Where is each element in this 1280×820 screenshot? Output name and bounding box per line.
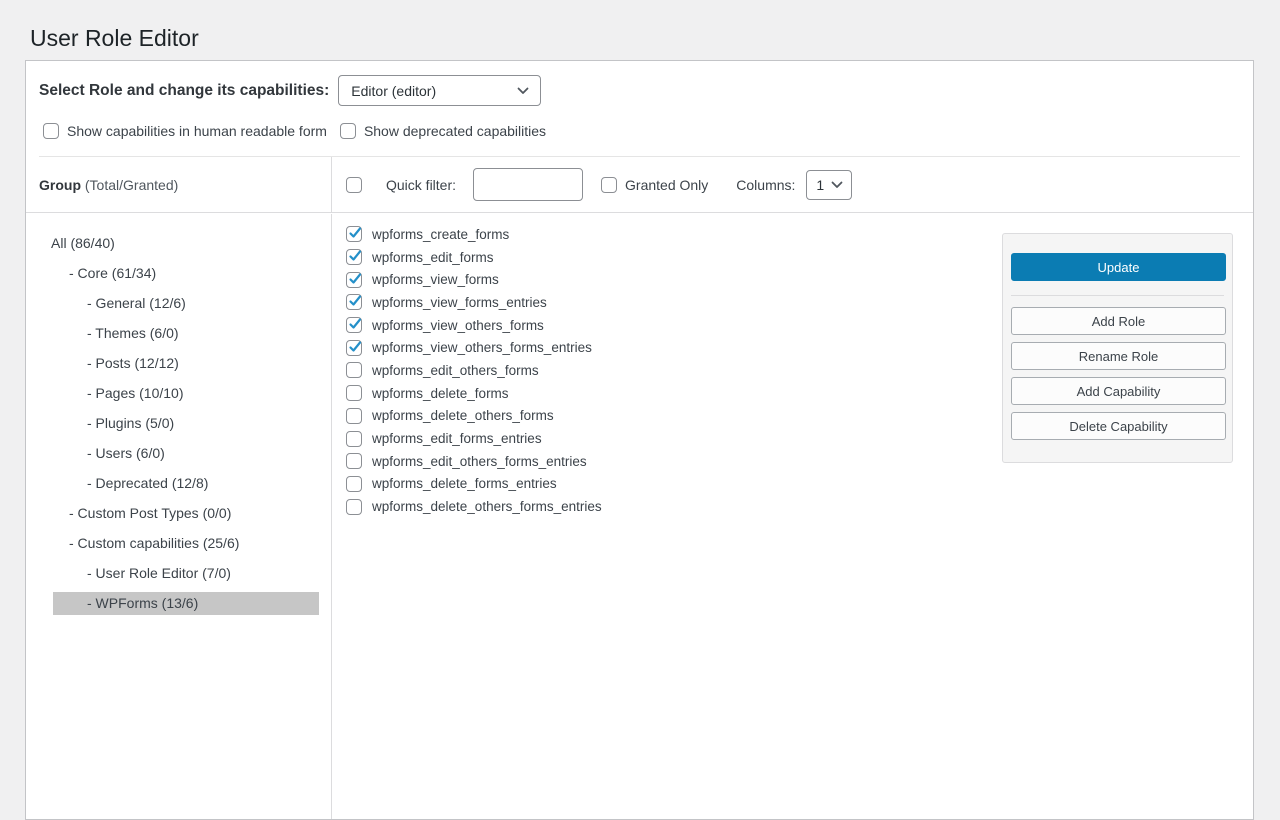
group-tree-item[interactable]: - General (12/6): [26, 288, 331, 318]
capability-label: wpforms_view_others_forms: [372, 318, 544, 333]
group-tree-item-label: - Posts (12/12): [26, 355, 179, 371]
capability-checkbox[interactable]: [346, 362, 362, 378]
capability-checkbox[interactable]: [346, 476, 362, 492]
capability-label: wpforms_edit_others_forms: [372, 363, 539, 378]
group-tree-item-label: - User Role Editor (7/0): [26, 565, 231, 581]
chevron-down-icon: [517, 87, 529, 95]
capability-label: wpforms_edit_forms_entries: [372, 431, 542, 446]
group-tree-item[interactable]: - Plugins (5/0): [26, 408, 331, 438]
capability-label: wpforms_delete_forms: [372, 386, 509, 401]
capability-label: wpforms_view_forms: [372, 272, 499, 287]
capability-checkbox[interactable]: [346, 431, 362, 447]
quick-filter-label: Quick filter:: [386, 177, 456, 193]
group-header: Group (Total/Granted): [26, 157, 332, 212]
capability-checkbox[interactable]: [346, 294, 362, 310]
update-button[interactable]: Update: [1011, 253, 1226, 281]
group-tree-item[interactable]: - Core (61/34): [26, 258, 331, 288]
columns-select[interactable]: 1: [806, 170, 852, 200]
page-title: User Role Editor: [30, 25, 199, 52]
group-tree-item[interactable]: - Posts (12/12): [26, 348, 331, 378]
group-tree-item[interactable]: - Custom capabilities (25/6): [26, 528, 331, 558]
group-tree-item[interactable]: - User Role Editor (7/0): [26, 558, 331, 588]
granted-only-checkbox[interactable]: [601, 177, 617, 193]
group-tree-item-label: - Deprecated (12/8): [26, 475, 208, 491]
group-tree-item-label: - Themes (6/0): [26, 325, 179, 341]
granted-only-label: Granted Only: [625, 177, 708, 193]
capability-checkbox[interactable]: [346, 249, 362, 265]
add-role-button[interactable]: Add Role: [1011, 307, 1226, 335]
capability-checkbox[interactable]: [346, 408, 362, 424]
display-options-row: Show capabilities in human readable form…: [43, 123, 546, 139]
select-role-label: Select Role and change its capabilities:: [39, 82, 329, 100]
group-tree-item-label: - Custom capabilities (25/6): [26, 535, 239, 551]
capability-label: wpforms_delete_forms_entries: [372, 476, 557, 491]
group-tree-item-label: - Custom Post Types (0/0): [26, 505, 231, 521]
group-tree: All (86/40) - Core (61/34) - General (12…: [26, 214, 332, 819]
group-tree-item-label: - Users (6/0): [26, 445, 165, 461]
columns-select-value: 1: [816, 177, 824, 193]
capability-label: wpforms_delete_others_forms_entries: [372, 499, 602, 514]
show-human-readable-checkbox[interactable]: [43, 123, 59, 139]
capability-checkbox[interactable]: [346, 272, 362, 288]
capability-checkbox[interactable]: [346, 499, 362, 515]
capability-label: wpforms_view_others_forms_entries: [372, 340, 592, 355]
rename-role-button[interactable]: Rename Role: [1011, 342, 1226, 370]
group-header-bold: Group: [39, 177, 81, 193]
show-deprecated-checkbox[interactable]: [340, 123, 356, 139]
capability-label: wpforms_delete_others_forms: [372, 408, 554, 423]
columns-label: Columns:: [736, 177, 795, 193]
group-tree-item-label: All (86/40): [26, 235, 115, 251]
panel-divider: [1011, 295, 1224, 296]
group-tree-item[interactable]: - Custom Post Types (0/0): [26, 498, 331, 528]
group-tree-item-label: - Pages (10/10): [26, 385, 184, 401]
actions-panel: Update Add Role Rename Role Add Capabili…: [1002, 233, 1233, 463]
quick-filter-bar: Quick filter: Granted Only Columns: 1: [332, 157, 1253, 212]
user-role-editor-panel: Select Role and change its capabilities:…: [25, 60, 1254, 820]
select-all-checkbox[interactable]: [346, 177, 362, 193]
group-tree-item[interactable]: - Pages (10/10): [26, 378, 331, 408]
group-tree-item[interactable]: - WPForms (13/6): [26, 588, 331, 618]
chevron-down-icon: [831, 181, 843, 189]
capability-checkbox[interactable]: [346, 453, 362, 469]
role-select-row: Select Role and change its capabilities:…: [39, 75, 541, 106]
group-tree-item[interactable]: - Deprecated (12/8): [26, 468, 331, 498]
group-tree-item-label: - Plugins (5/0): [26, 415, 174, 431]
capability-row: wpforms_delete_others_forms_entries: [346, 495, 1253, 518]
capability-label: wpforms_edit_others_forms_entries: [372, 454, 587, 469]
role-select[interactable]: Editor (editor): [338, 75, 541, 106]
delete-capability-button[interactable]: Delete Capability: [1011, 412, 1226, 440]
group-tree-item-label: - Core (61/34): [26, 265, 156, 281]
group-tree-item-label: - WPForms (13/6): [26, 595, 198, 611]
role-select-value: Editor (editor): [351, 83, 436, 99]
capability-label: wpforms_create_forms: [372, 227, 509, 242]
capability-checkbox[interactable]: [346, 226, 362, 242]
capability-label: wpforms_view_forms_entries: [372, 295, 547, 310]
capability-checkbox[interactable]: [346, 385, 362, 401]
capability-label: wpforms_edit_forms: [372, 250, 494, 265]
group-tree-item[interactable]: - Themes (6/0): [26, 318, 331, 348]
filter-bar: Group (Total/Granted) Quick filter: Gran…: [26, 157, 1253, 213]
show-human-readable-label: Show capabilities in human readable form: [67, 123, 327, 139]
group-header-rest: (Total/Granted): [81, 177, 178, 193]
quick-filter-input[interactable]: [473, 168, 583, 201]
group-tree-item[interactable]: All (86/40): [26, 228, 331, 258]
capability-row: wpforms_delete_forms_entries: [346, 473, 1253, 496]
capability-checkbox[interactable]: [346, 317, 362, 333]
group-tree-item[interactable]: - Users (6/0): [26, 438, 331, 468]
show-deprecated-label: Show deprecated capabilities: [364, 123, 546, 139]
group-tree-item-label: - General (12/6): [26, 295, 186, 311]
add-capability-button[interactable]: Add Capability: [1011, 377, 1226, 405]
capability-checkbox[interactable]: [346, 340, 362, 356]
